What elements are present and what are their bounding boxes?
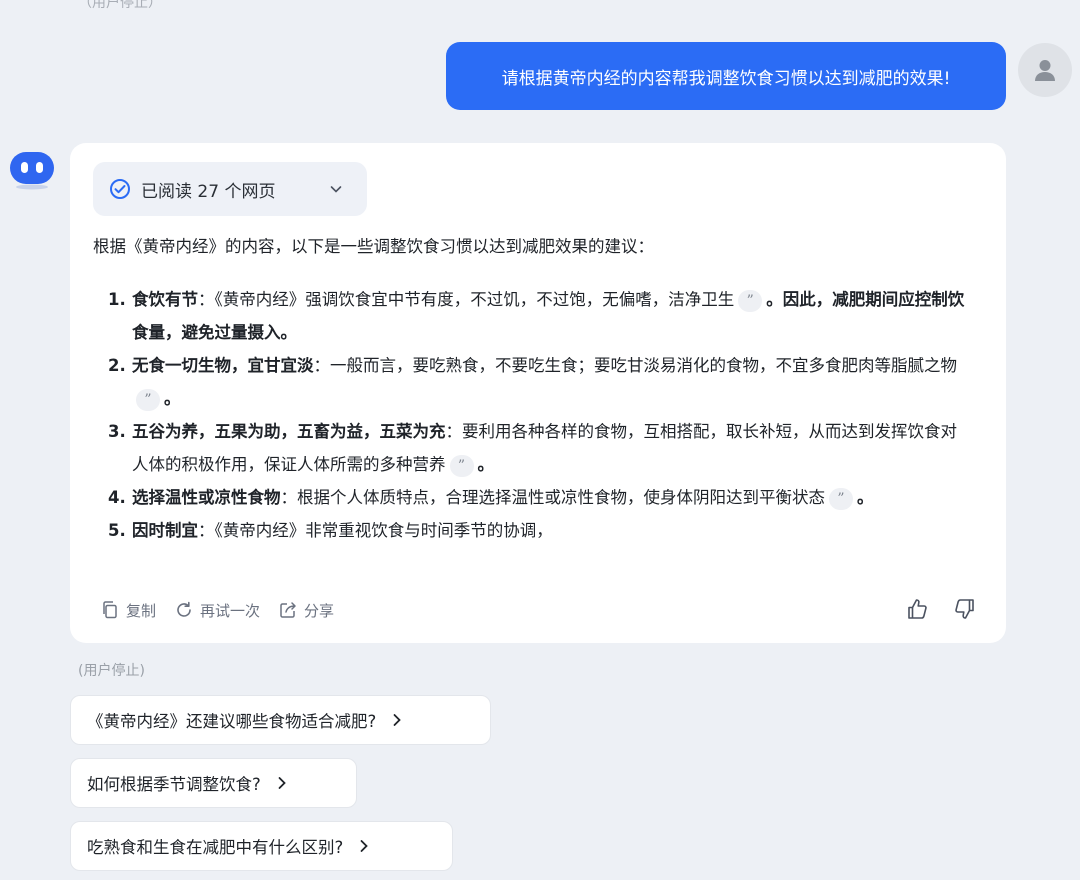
list-number: 1.	[108, 290, 126, 309]
list-item-after: 。	[857, 488, 874, 507]
list-item-text: 根据个人体质特点，合理选择温性或凉性食物，使身体阴阳达到平衡状态	[297, 488, 825, 507]
list-item-title: 五谷为养，五果为助，五畜为益，五菜为充	[132, 422, 446, 441]
suggestion-text: 《黄帝内经》还建议哪些食物适合减肥?	[87, 712, 377, 731]
list-item-text: 一般而言，要吃熟食，不要吃生食；要吃甘淡易消化的食物，不宜多食肥肉等脂腻之物	[330, 356, 957, 375]
user-avatar[interactable]	[1018, 43, 1072, 97]
refresh-icon	[177, 601, 191, 617]
list-item-title: 食饮有节	[132, 290, 198, 309]
share-button[interactable]: 分享	[278, 600, 334, 621]
share-label: 分享	[304, 601, 335, 620]
thumbs-down-icon[interactable]	[952, 597, 976, 621]
list-item-text: 《黄帝内经》强调饮食宜中节有度，不过饥，不过饱，无偏嗜，洁净卫生	[214, 290, 735, 309]
chevron-right-icon	[278, 777, 286, 789]
citation-quote-icon[interactable]: ”	[738, 289, 763, 312]
list-item-title: 因时制宜	[132, 521, 198, 540]
list-number: 5.	[108, 521, 126, 540]
citation-quote-icon[interactable]: ”	[449, 454, 474, 477]
list-item-sep: ：	[280, 488, 298, 507]
list-item: 1. 食饮有节：《黄帝内经》强调饮食宜中节有度，不过饥，不过饱，无偏嗜，洁净卫生…	[108, 283, 968, 349]
reply-actions: 复制 再试一次 分享	[100, 597, 334, 623]
suggestion-chip[interactable]: 吃熟食和生食在减肥中有什么区别?	[70, 821, 453, 871]
thumbs-up-icon[interactable]	[906, 597, 930, 621]
chevron-right-icon	[360, 840, 369, 852]
list-item-title: 无食一切生物，宜甘宜淡	[132, 356, 314, 375]
feedback-buttons	[906, 597, 976, 621]
citation-quote-icon[interactable]: ”	[829, 487, 853, 510]
suggestion-chip[interactable]: 如何根据季节调整饮食?	[70, 758, 357, 808]
read-sources-toggle[interactable]: 已阅读 27 个网页	[93, 162, 367, 216]
assistant-reply-card: 已阅读 27 个网页 根据《黄帝内经》的内容，以下是一些调整饮食习惯以达到减肥效…	[70, 143, 1006, 643]
retry-button[interactable]: 再试一次	[174, 600, 260, 621]
read-pages-label: 已阅读 27 个网页	[141, 181, 276, 202]
list-item-text: 《黄帝内经》非常重视饮食与时间季节的协调，	[214, 521, 553, 540]
copy-button[interactable]: 复制	[100, 600, 156, 621]
list-item-sep: ：	[198, 521, 215, 540]
retry-label: 再试一次	[200, 601, 261, 620]
chevron-down-icon	[330, 186, 342, 193]
chevron-right-icon	[393, 714, 402, 726]
suggestion-text: 如何根据季节调整饮食?	[87, 775, 261, 794]
list-item-sep: ：	[313, 356, 331, 375]
list-item: 2. 无食一切生物，宜甘宜淡：一般而言，要吃熟食，不要吃生食；要吃甘淡易消化的食…	[108, 349, 968, 415]
previous-status-text: （用户停止）	[78, 0, 162, 11]
copy-icon	[103, 601, 117, 619]
suggestion-text: 吃熟食和生食在减肥中有什么区别?	[87, 838, 344, 857]
share-icon	[280, 602, 296, 618]
user-message-bubble: 请根据黄帝内经的内容帮我调整饮食习惯以达到减肥的效果!	[446, 42, 1006, 110]
user-stopped-label: (用户停止)	[78, 663, 145, 679]
citation-quote-icon[interactable]: ”	[136, 388, 160, 411]
list-item-title: 选择温性或凉性食物	[132, 488, 281, 507]
assistant-avatar-icon	[10, 152, 54, 190]
list-number: 3.	[108, 422, 126, 441]
list-number: 2.	[108, 356, 126, 375]
list-item: 3. 五谷为养，五果为助，五畜为益，五菜为充：要利用各种各样的食物，互相搭配，取…	[108, 415, 968, 481]
reply-intro: 根据《黄帝内经》的内容，以下是一些调整饮食习惯以达到减肥效果的建议：	[93, 237, 654, 256]
list-item-sep: ：	[198, 290, 215, 309]
list-item-after: 。	[477, 455, 495, 474]
suggestion-chip[interactable]: 《黄帝内经》还建议哪些食物适合减肥?	[70, 695, 491, 745]
check-circle-icon	[110, 179, 130, 199]
copy-label: 复制	[126, 601, 157, 620]
list-item-after: 。	[164, 389, 181, 408]
user-message-text: 请根据黄帝内经的内容帮我调整饮食习惯以达到减肥的效果!	[501, 68, 951, 89]
list-item-sep: ：	[445, 422, 463, 441]
list-item: 4. 选择温性或凉性食物：根据个人体质特点，合理选择温性或凉性食物，使身体阴阳达…	[108, 481, 968, 514]
user-silhouette-icon	[1035, 60, 1055, 81]
advice-list: 1. 食饮有节：《黄帝内经》强调饮食宜中节有度，不过饥，不过饱，无偏嗜，洁净卫生…	[108, 283, 968, 547]
list-number: 4.	[108, 488, 126, 507]
list-item: 5. 因时制宜：《黄帝内经》非常重视饮食与时间季节的协调，	[108, 514, 968, 547]
